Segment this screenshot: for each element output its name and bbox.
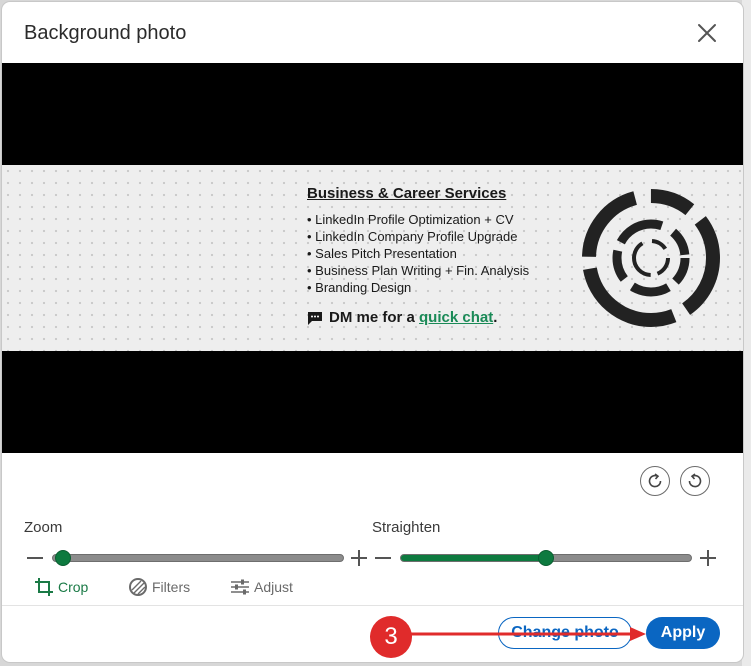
straighten-slider-fill bbox=[401, 555, 547, 561]
annotation-arrow bbox=[408, 627, 646, 641]
chat-bubble-icon bbox=[308, 311, 322, 325]
zoom-increase-button[interactable] bbox=[350, 549, 368, 567]
apply-button[interactable]: Apply bbox=[646, 617, 720, 649]
banner-service-item: • LinkedIn Company Profile Upgrade bbox=[307, 229, 518, 244]
banner-image: Business & Career Services • LinkedIn Pr… bbox=[2, 165, 743, 351]
zoom-decrease-button[interactable] bbox=[26, 549, 44, 567]
rotate-left-button[interactable] bbox=[640, 466, 670, 496]
banner-cta-link: quick chat bbox=[419, 309, 494, 326]
banner-text-block: Business & Career Services • LinkedIn Pr… bbox=[307, 185, 529, 326]
zoom-slider-thumb[interactable] bbox=[55, 550, 71, 566]
straighten-increase-button[interactable] bbox=[699, 549, 717, 567]
adjust-icon bbox=[231, 579, 249, 595]
rotate-left-icon bbox=[648, 473, 662, 488]
banner-service-item: • LinkedIn Profile Optimization + CV bbox=[307, 212, 514, 227]
step-number-badge: 3 bbox=[370, 616, 412, 658]
banner-service-item: • Business Plan Writing + Fin. Analysis bbox=[307, 263, 530, 278]
plus-icon bbox=[700, 550, 716, 566]
banner-heading: Business & Career Services bbox=[307, 185, 507, 202]
banner-cta-suffix: . bbox=[493, 309, 498, 326]
background-page-edge bbox=[742, 0, 751, 666]
banner-service-list: • LinkedIn Profile Optimization + CV • L… bbox=[307, 211, 529, 296]
minus-icon bbox=[375, 557, 391, 559]
zoom-slider-track[interactable] bbox=[52, 554, 344, 562]
tool-filters[interactable]: Filters bbox=[128, 577, 190, 597]
banner-cta-prefix: DM me for a bbox=[329, 309, 420, 326]
close-icon bbox=[698, 24, 716, 42]
straighten-label: Straighten bbox=[372, 519, 441, 536]
rotate-right-icon bbox=[688, 473, 702, 488]
crop-icon bbox=[35, 578, 53, 596]
minus-icon bbox=[27, 557, 43, 559]
tool-crop-label: Crop bbox=[58, 579, 89, 595]
background-photo-dialog: Background photo Business & Career Servi… bbox=[2, 2, 743, 662]
photo-preview[interactable]: Business & Career Services • LinkedIn Pr… bbox=[2, 63, 743, 453]
dialog-header: Background photo bbox=[2, 2, 743, 63]
rotate-right-button[interactable] bbox=[680, 466, 710, 496]
straighten-decrease-button[interactable] bbox=[374, 549, 392, 567]
straighten-slider-thumb[interactable] bbox=[538, 550, 554, 566]
dialog-title: Background photo bbox=[24, 22, 187, 44]
close-button[interactable] bbox=[696, 22, 718, 44]
tool-filters-label: Filters bbox=[152, 579, 191, 595]
banner-call-to-action: DM me for a quick chat. bbox=[307, 309, 529, 326]
banner-service-item: • Sales Pitch Presentation bbox=[307, 246, 457, 261]
circular-logo bbox=[582, 189, 720, 327]
tool-adjust-label: Adjust bbox=[254, 579, 293, 595]
filters-icon bbox=[129, 578, 147, 596]
zoom-label: Zoom bbox=[24, 519, 63, 536]
tool-crop[interactable]: Crop bbox=[34, 577, 88, 597]
plus-icon bbox=[351, 550, 367, 566]
banner-service-item: • Branding Design bbox=[307, 280, 412, 295]
tool-adjust[interactable]: Adjust bbox=[230, 577, 293, 597]
footer-divider bbox=[2, 605, 743, 606]
